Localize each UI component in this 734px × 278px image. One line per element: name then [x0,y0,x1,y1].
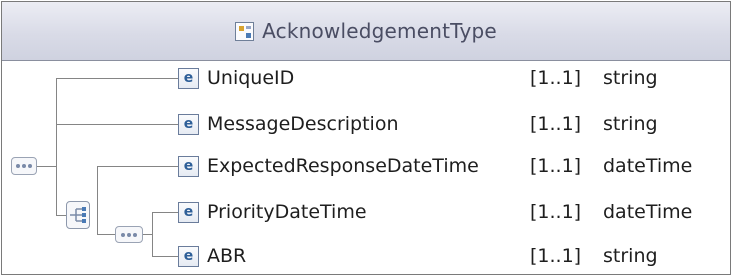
element-row-prioritydatetime[interactable]: e PriorityDateTime [178,198,367,226]
element-datatype: dateTime [603,201,693,223]
element-row-abr[interactable]: e ABR [178,242,246,270]
element-name: PriorityDateTime [207,201,367,223]
element-name: UniqueID [207,67,295,89]
schema-diagram: AcknowledgementType e UniqueID [1..1] st… [1,1,731,275]
element-icon: e [178,245,199,267]
element-name: MessageDescription [207,113,399,135]
element-cardinality: [1..1] [530,113,582,135]
connector-abr [152,256,178,257]
connector-uniqueid [56,78,178,79]
element-cardinality: [1..1] [530,155,582,177]
element-icon: e [178,201,199,223]
connector-inner-seq [142,234,153,235]
header-content: AcknowledgementType [2,2,730,60]
element-row-messagedescription[interactable]: e MessageDescription [178,110,398,138]
element-icon: e [178,155,199,177]
choice-icon[interactable] [66,201,90,229]
element-icon: e [178,67,199,89]
element-cardinality: [1..1] [530,201,582,223]
element-datatype: string [603,113,658,135]
element-datatype: string [603,67,658,89]
element-name: ABR [207,245,247,267]
connector-to-choice [56,215,66,216]
element-cardinality: [1..1] [530,245,582,267]
type-title: AcknowledgementType [262,19,497,43]
element-row-expectedresponsedatetime[interactable]: e ExpectedResponseDateTime [178,152,479,180]
connector-sequence-root [36,166,57,167]
connector-choice-vertical [97,166,98,235]
inner-sequence-icon[interactable] [115,226,143,243]
element-icon: e [178,113,199,135]
element-datatype: dateTime [603,155,693,177]
element-name: ExpectedResponseDateTime [207,155,479,177]
element-cardinality: [1..1] [530,67,582,89]
connector-messagedescription [56,124,178,125]
element-row-uniqueid[interactable]: e UniqueID [178,64,294,92]
connector-prioritydatetime [152,212,178,213]
connector-expectedresponse [97,166,178,167]
connector-main-vertical [56,78,57,216]
connector-choice-to-seq [97,234,115,235]
complex-type-header[interactable]: AcknowledgementType [2,2,730,61]
sequence-icon[interactable] [11,157,37,175]
complex-type-icon [235,21,255,41]
element-datatype: string [603,245,658,267]
